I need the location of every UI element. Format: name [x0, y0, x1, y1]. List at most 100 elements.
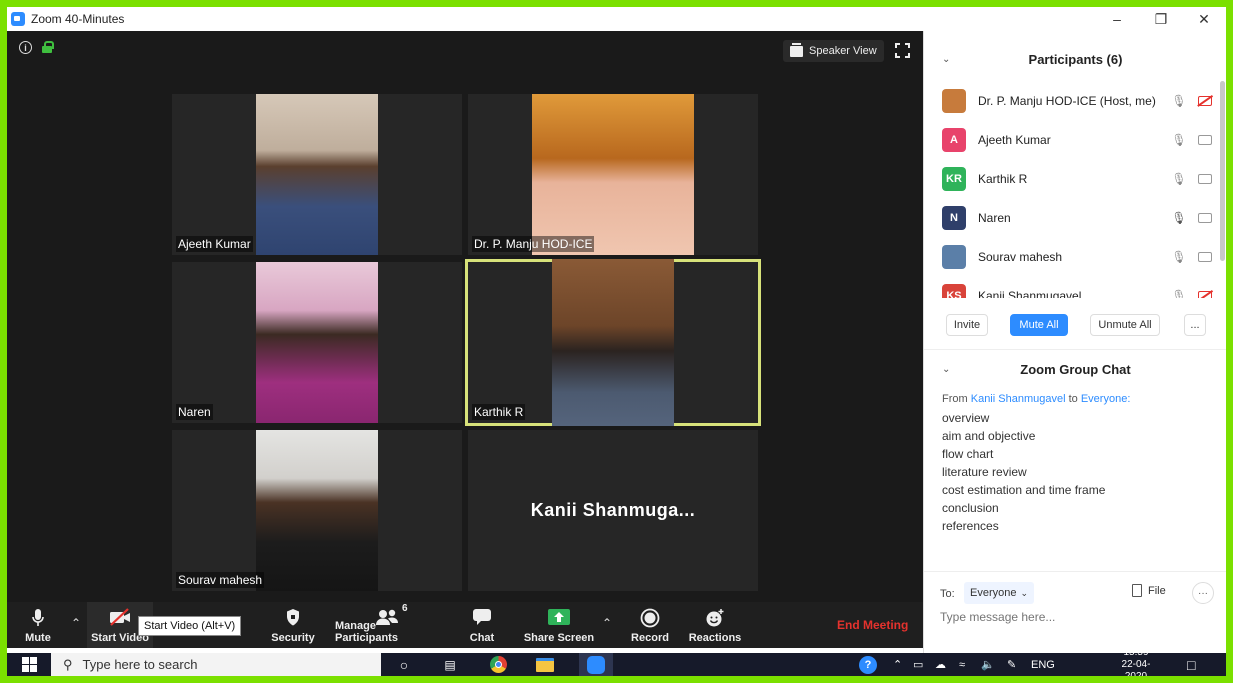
- share-screen-button[interactable]: Share Screen: [523, 602, 595, 648]
- window-title: Zoom 40-Minutes: [31, 12, 125, 26]
- cortana-icon[interactable]: ○: [391, 655, 417, 674]
- chat-more-icon[interactable]: ···: [1192, 582, 1214, 604]
- avatar: [942, 244, 966, 269]
- task-view-icon[interactable]: ▤: [437, 655, 463, 674]
- video-tile[interactable]: Ajeeth Kumar: [172, 94, 462, 255]
- participant-name: Karthik R: [978, 171, 1028, 186]
- microphone-icon[interactable]: 🎙: [1170, 94, 1188, 108]
- wifi-icon[interactable]: ≈: [959, 653, 965, 676]
- language-indicator[interactable]: ENG: [1031, 653, 1055, 676]
- record-button[interactable]: Record: [629, 602, 671, 648]
- windows-taskbar: ⚲ Type here to search ○ ▤ ? ⌃ ▭ ☁ ≈ 🔈 ✎ …: [7, 647, 1226, 677]
- mute-options-chevron-icon[interactable]: ⌃: [71, 616, 81, 630]
- pen-icon[interactable]: ✎: [1007, 653, 1016, 676]
- reactions-button[interactable]: Reactions: [687, 602, 743, 648]
- file-icon: [1132, 584, 1142, 597]
- speaker-view-button[interactable]: Speaker View: [783, 40, 884, 62]
- mute-button[interactable]: Mute: [19, 602, 57, 648]
- participant-row[interactable]: KS Kanii Shanmugavel 🎙: [942, 276, 1212, 298]
- microphone-icon: [32, 609, 44, 626]
- participant-row[interactable]: Dr. P. Manju HOD-ICE (Host, me) 🎙: [942, 81, 1212, 120]
- collapse-chat-chevron-icon[interactable]: ⌄: [942, 364, 950, 375]
- end-meeting-button[interactable]: End Meeting: [837, 602, 908, 648]
- tile-name: Sourav mahesh: [176, 572, 265, 588]
- chrome-icon[interactable]: [485, 655, 511, 674]
- file-explorer-icon[interactable]: [532, 655, 558, 674]
- video-camera-icon[interactable]: [1198, 173, 1212, 184]
- manage-participants-button[interactable]: 6 Manage Participants: [335, 602, 441, 648]
- shield-icon: [287, 609, 299, 626]
- mute-all-button[interactable]: Mute All: [1010, 314, 1068, 336]
- collapse-participants-chevron-icon[interactable]: ⌄: [942, 54, 950, 65]
- video-tile[interactable]: Dr. P. Manju HOD-ICE: [468, 94, 758, 255]
- participants-scrollbar[interactable]: [1220, 81, 1225, 261]
- video-camera-icon[interactable]: [1198, 251, 1212, 262]
- minimize-icon[interactable]: –: [1095, 7, 1139, 31]
- participant-video: [256, 430, 378, 591]
- help-icon[interactable]: ?: [859, 653, 877, 676]
- participant-row[interactable]: A Ajeeth Kumar 🎙: [942, 120, 1212, 159]
- file-button[interactable]: File: [1132, 584, 1166, 597]
- recipient-name[interactable]: Everyone:: [1081, 393, 1131, 405]
- video-tile-active-speaker[interactable]: Karthik R: [465, 259, 761, 426]
- participant-row[interactable]: N Naren 🎙: [942, 198, 1212, 237]
- fullscreen-icon[interactable]: [895, 43, 910, 58]
- chevron-down-icon: ⌄: [1020, 587, 1029, 598]
- zoom-taskbar-icon[interactable]: [579, 653, 613, 676]
- windows-start-button[interactable]: [7, 653, 51, 676]
- to-label: To:: [940, 588, 955, 600]
- recipient-dropdown[interactable]: Everyone ⌄: [964, 582, 1035, 604]
- to-word: to: [1068, 393, 1078, 405]
- tile-name: Dr. P. Manju HOD-ICE: [472, 236, 595, 252]
- video-camera-icon[interactable]: [1198, 212, 1212, 223]
- restore-icon[interactable]: ❐: [1139, 7, 1183, 31]
- microphone-icon[interactable]: 🎙: [1170, 133, 1188, 147]
- taskbar-search-box[interactable]: ⚲ Type here to search: [51, 653, 381, 676]
- volume-icon[interactable]: 🔈: [981, 653, 995, 676]
- chat-header: ⌄ Zoom Group Chat: [924, 349, 1226, 389]
- chat-button[interactable]: Chat: [465, 602, 499, 648]
- record-icon: [640, 608, 660, 628]
- sender-name[interactable]: Kanii Shanmugavel: [971, 393, 1066, 405]
- tray-expand-chevron-icon[interactable]: ⌃: [893, 653, 902, 676]
- participant-row[interactable]: Sourav mahesh 🎙: [942, 237, 1212, 276]
- unmute-all-button[interactable]: Unmute All: [1090, 314, 1160, 336]
- video-tile[interactable]: Sourav mahesh: [172, 430, 462, 591]
- video-off-icon[interactable]: [1198, 290, 1212, 298]
- chat-message-line: literature review: [942, 465, 1027, 479]
- meeting-info-icon[interactable]: i: [19, 41, 32, 54]
- speaker-view-icon: [790, 42, 803, 57]
- microphone-icon[interactable]: 🎙: [1170, 289, 1188, 299]
- clock-time: 15:59: [1123, 646, 1149, 658]
- microphone-icon[interactable]: 🎙: [1170, 250, 1188, 264]
- search-placeholder: Type here to search: [82, 657, 198, 672]
- participant-name: Sourav mahesh: [978, 249, 1063, 264]
- battery-icon[interactable]: ▭: [913, 653, 923, 676]
- invite-button[interactable]: Invite: [946, 314, 988, 336]
- microphone-icon[interactable]: 🎙: [1170, 211, 1188, 225]
- chat-message-input[interactable]: [940, 610, 1210, 624]
- video-camera-icon[interactable]: [1198, 134, 1212, 145]
- participant-row[interactable]: KR Karthik R 🎙: [942, 159, 1212, 198]
- record-label: Record: [631, 632, 669, 644]
- zoom-window: Zoom 40-Minutes – ❐ ✕ i Speaker View Aje…: [7, 7, 1226, 676]
- more-options-button[interactable]: ...: [1184, 314, 1206, 336]
- close-icon[interactable]: ✕: [1182, 7, 1226, 31]
- clock[interactable]: 15:59 22-04-2020: [1111, 647, 1161, 677]
- participant-count-badge: 6: [402, 603, 408, 614]
- video-off-icon[interactable]: [1198, 95, 1212, 106]
- participant-video: [256, 262, 378, 423]
- participants-header: ⌄ Participants (6): [924, 39, 1226, 79]
- microphone-icon[interactable]: 🎙: [1170, 172, 1188, 186]
- chat-message-line: aim and objective: [942, 429, 1036, 443]
- encryption-lock-icon[interactable]: [42, 41, 54, 53]
- security-button[interactable]: Security: [271, 602, 315, 648]
- action-center-icon[interactable]: □: [1187, 653, 1195, 676]
- video-tile[interactable]: Naren: [172, 262, 462, 423]
- share-options-chevron-icon[interactable]: ⌃: [602, 616, 612, 630]
- onedrive-cloud-icon[interactable]: ☁: [935, 653, 946, 676]
- video-tile[interactable]: Kanii Shanmuga...: [468, 430, 758, 591]
- chat-composer: To: Everyone ⌄ File ···: [924, 571, 1226, 653]
- clock-date: 22-04-2020: [1121, 658, 1151, 677]
- reactions-label: Reactions: [688, 632, 742, 644]
